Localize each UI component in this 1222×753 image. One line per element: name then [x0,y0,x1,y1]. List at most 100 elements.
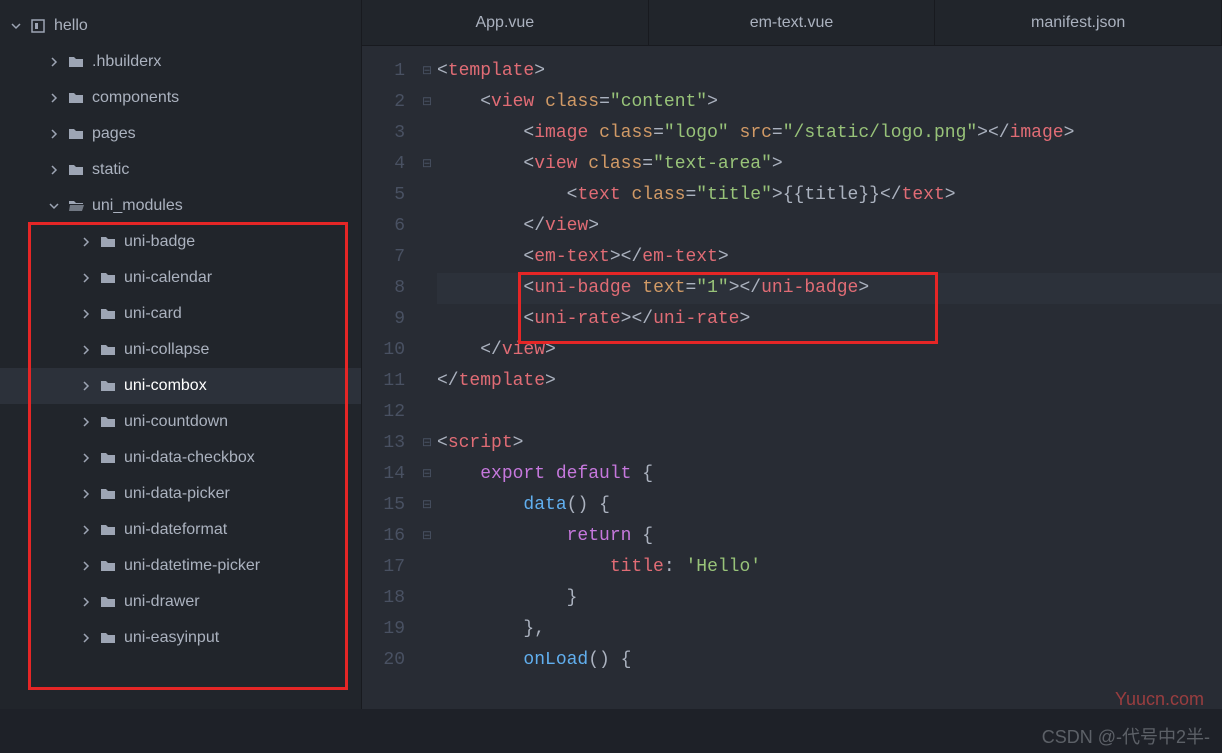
fold-minus-icon[interactable]: ⊟ [417,56,437,87]
tree-item-label: uni-data-picker [124,485,230,503]
tree-item-label: .hbuilderx [92,53,161,71]
code-editor[interactable]: 1234567891011121314151617181920 ⊟⊟⊟⊟⊟⊟⊟ … [362,46,1222,709]
tree-item-uni-collapse[interactable]: uni-collapse [0,332,361,368]
code-line[interactable]: <view class="content"> [437,87,1222,118]
folder-icon [100,234,116,250]
chevron-right-icon [46,165,62,175]
line-number: 14 [362,459,405,490]
code-line[interactable]: <template> [437,56,1222,87]
code-line[interactable]: <uni-rate></uni-rate> [437,304,1222,335]
fold-minus-icon[interactable]: ⊟ [417,428,437,459]
tree-item-uni-modules[interactable]: uni_modules [0,188,361,224]
tab-em-text-vue[interactable]: em-text.vue [649,0,936,45]
fold-minus-icon[interactable]: ⊟ [417,87,437,118]
tree-item-uni-drawer[interactable]: uni-drawer [0,584,361,620]
chevron-right-icon [46,93,62,103]
code-line[interactable]: title: 'Hello' [437,552,1222,583]
tree-item-uni-card[interactable]: uni-card [0,296,361,332]
code-line[interactable]: data() { [437,490,1222,521]
code-line[interactable]: </view> [437,335,1222,366]
code-line[interactable]: } [437,583,1222,614]
fold-minus-icon[interactable]: ⊟ [417,490,437,521]
line-number: 12 [362,397,405,428]
editor-tabs: App.vue em-text.vue manifest.json [362,0,1222,46]
fold-column: ⊟⊟⊟⊟⊟⊟⊟ [417,46,437,709]
line-number-gutter: 1234567891011121314151617181920 [362,46,417,709]
tree-item-label: uni-calendar [124,269,212,287]
code-line[interactable]: <text class="title">{{title}}</text> [437,180,1222,211]
folder-icon [100,450,116,466]
code-line[interactable]: }, [437,614,1222,645]
line-number: 1 [362,56,405,87]
fold-minus-icon[interactable]: ⊟ [417,521,437,552]
tree-item-label: uni-datetime-picker [124,557,260,575]
code-line[interactable]: </view> [437,211,1222,242]
tree-item-label: uni-combox [124,377,207,395]
folder-icon [68,54,84,70]
code-line[interactable]: <view class="text-area"> [437,149,1222,180]
chevron-right-icon [78,237,94,247]
tree-item-label: uni-easyinput [124,629,219,647]
line-number: 20 [362,645,405,676]
fold-none [417,242,437,273]
tree-item-uni-dateformat[interactable]: uni-dateformat [0,512,361,548]
line-number: 16 [362,521,405,552]
tree-item-uni-badge[interactable]: uni-badge [0,224,361,260]
folder-icon [68,162,84,178]
tree-root[interactable]: hello [0,8,361,44]
tree-item--hbuilderx[interactable]: .hbuilderx [0,44,361,80]
line-number: 3 [362,118,405,149]
code-line[interactable]: </template> [437,366,1222,397]
folder-icon [100,378,116,394]
tree-item-uni-calendar[interactable]: uni-calendar [0,260,361,296]
tree-item-pages[interactable]: pages [0,116,361,152]
tree-item-label: uni-data-checkbox [124,449,255,467]
line-number: 7 [362,242,405,273]
tree-item-uni-datetime-picker[interactable]: uni-datetime-picker [0,548,361,584]
tree-item-static[interactable]: static [0,152,361,188]
chevron-right-icon [78,273,94,283]
fold-minus-icon[interactable]: ⊟ [417,149,437,180]
fold-minus-icon[interactable]: ⊟ [417,459,437,490]
fold-none [417,118,437,149]
tree-item-label: uni_modules [92,197,183,215]
tree-item-label: uni-dateformat [124,521,227,539]
code-line[interactable]: <image class="logo" src="/static/logo.pn… [437,118,1222,149]
tree-item-uni-combox[interactable]: uni-combox [0,368,361,404]
folder-icon [100,270,116,286]
chevron-right-icon [78,381,94,391]
code-line[interactable]: return { [437,521,1222,552]
code-line[interactable]: <uni-badge text="1"></uni-badge> [437,273,1222,304]
tab-manifest-json[interactable]: manifest.json [935,0,1222,45]
chevron-right-icon [78,417,94,427]
folder-icon [68,198,84,214]
chevron-right-icon [46,129,62,139]
folder-icon [100,486,116,502]
fold-none [417,211,437,242]
fold-none [417,552,437,583]
file-explorer[interactable]: hello .hbuilderx components pagesstatic uni… [0,0,362,709]
chevron-right-icon [78,453,94,463]
tree-item-uni-easyinput[interactable]: uni-easyinput [0,620,361,656]
folder-icon [100,342,116,358]
tree-item-components[interactable]: components [0,80,361,116]
tree-item-label: components [92,89,179,107]
chevron-right-icon [78,561,94,571]
tree-item-uni-data-picker[interactable]: uni-data-picker [0,476,361,512]
code-line[interactable]: <em-text></em-text> [437,242,1222,273]
code-line[interactable]: export default { [437,459,1222,490]
chevron-down-icon [46,201,62,211]
code-content[interactable]: <template> <view class="content"> <image… [437,46,1222,709]
fold-none [417,366,437,397]
line-number: 5 [362,180,405,211]
fold-none [417,180,437,211]
code-line[interactable] [437,397,1222,428]
fold-none [417,614,437,645]
watermark-csdn: CSDN @-代号中2半- [1042,722,1210,753]
code-line[interactable]: <script> [437,428,1222,459]
fold-none [417,397,437,428]
tree-item-uni-data-checkbox[interactable]: uni-data-checkbox [0,440,361,476]
tab-app-vue[interactable]: App.vue [362,0,649,45]
code-line[interactable]: onLoad() { [437,645,1222,676]
tree-item-uni-countdown[interactable]: uni-countdown [0,404,361,440]
